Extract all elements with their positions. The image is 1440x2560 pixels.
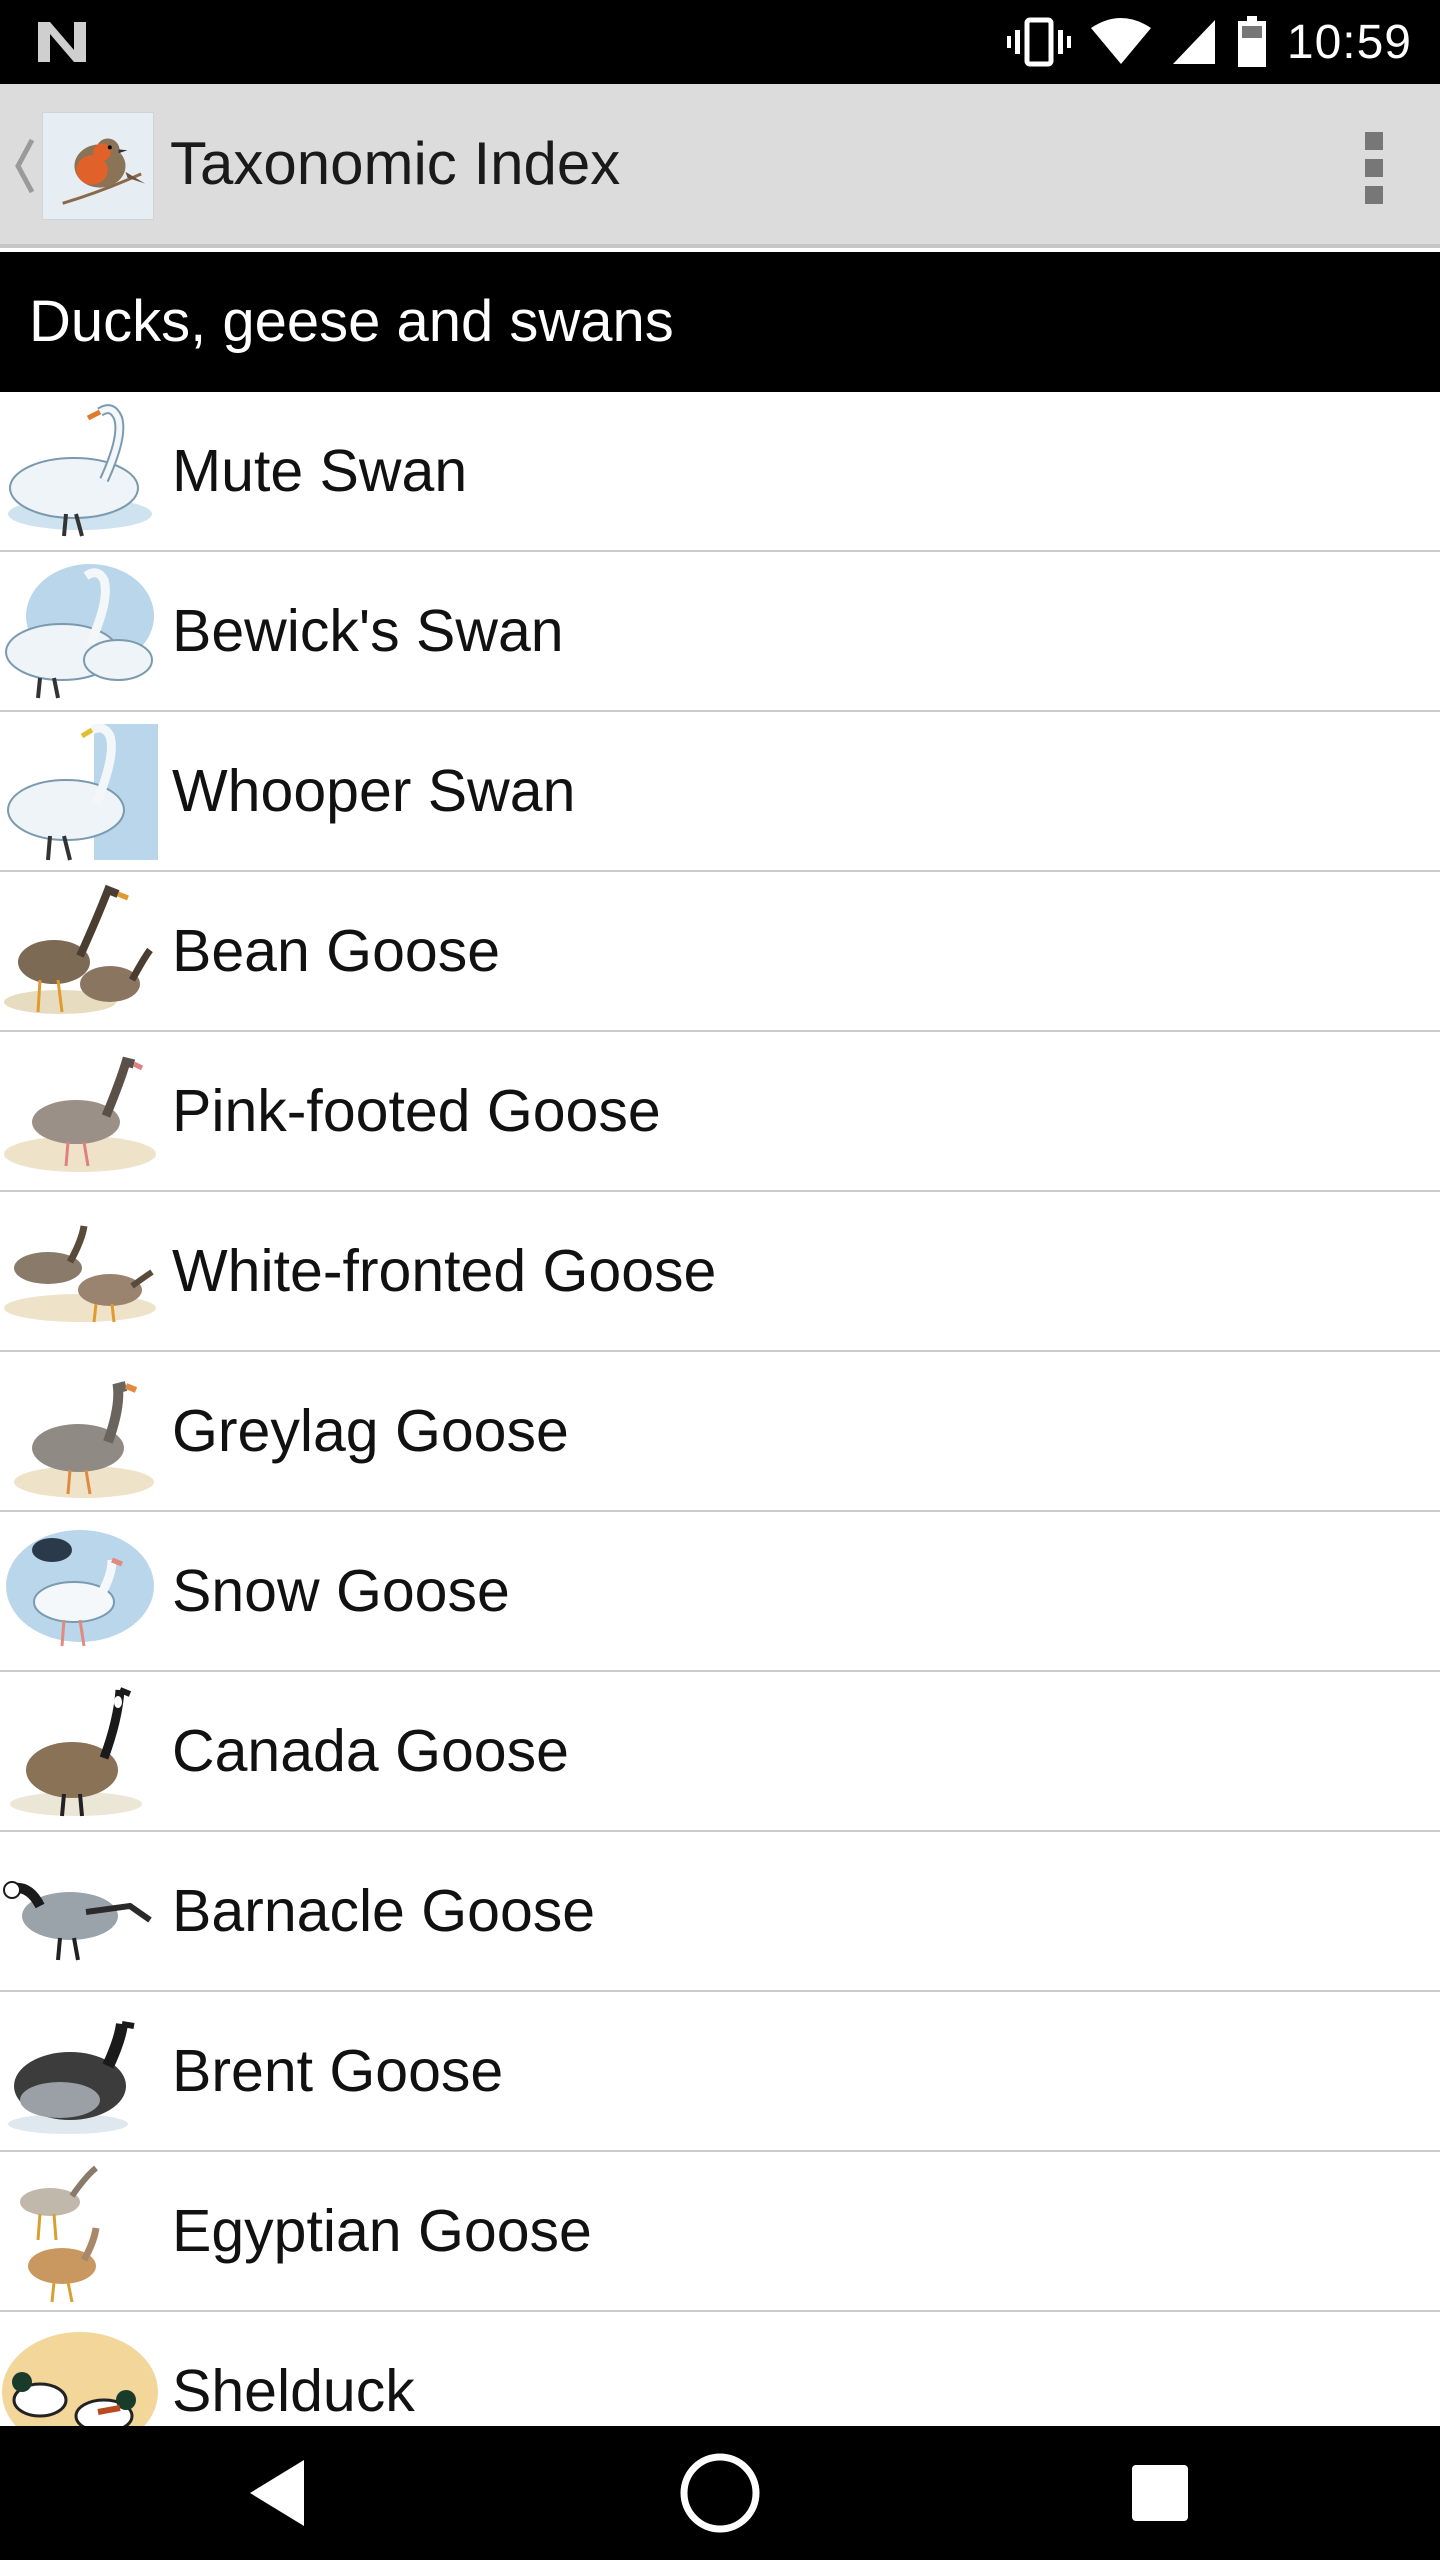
cell-signal-icon bbox=[1172, 20, 1215, 64]
status-icons: 10:59 bbox=[1006, 0, 1412, 84]
bird-name: Pink-footed Goose bbox=[172, 1078, 661, 1144]
bird-name: Snow Goose bbox=[172, 1558, 510, 1624]
battery-icon bbox=[1237, 16, 1266, 67]
overflow-menu-icon[interactable] bbox=[1354, 132, 1394, 204]
up-caret-icon[interactable] bbox=[12, 134, 38, 198]
page-title: Taxonomic Index bbox=[170, 130, 621, 197]
app-screen: 10:59 Taxonomic Index Ducks, geese and s… bbox=[0, 0, 1440, 2560]
status-time: 10:59 bbox=[1286, 15, 1412, 69]
swan-thumbnail-icon bbox=[7, 723, 158, 861]
bird-name: Brent Goose bbox=[172, 2038, 504, 2104]
list-item[interactable]: Brent Goose bbox=[0, 1992, 1440, 2152]
goose-thumbnail-icon bbox=[14, 1381, 154, 1498]
goose-thumbnail-icon bbox=[4, 1056, 156, 1172]
section-header: Ducks, geese and swans bbox=[0, 252, 1440, 392]
goose-thumbnail-icon bbox=[8, 2021, 135, 2134]
swan-thumbnail-icon bbox=[8, 404, 152, 537]
navigation-bar bbox=[0, 2426, 1440, 2560]
list-item[interactable]: Snow Goose bbox=[0, 1512, 1440, 1672]
bird-name: Shelduck bbox=[172, 2358, 415, 2424]
bird-name: Greylag Goose bbox=[172, 1398, 569, 1464]
bird-name: Whooper Swan bbox=[172, 758, 576, 824]
back-button[interactable] bbox=[200, 2426, 360, 2560]
swan-thumbnail-icon bbox=[0, 556, 158, 706]
action-bar: Taxonomic Index bbox=[0, 84, 1440, 248]
wifi-icon bbox=[1090, 18, 1151, 64]
bird-name: Mute Swan bbox=[172, 438, 468, 504]
goose-thumbnail-icon bbox=[20, 2165, 100, 2303]
list-item[interactable]: Greylag Goose bbox=[0, 1352, 1440, 1512]
list-item[interactable]: Egyptian Goose bbox=[0, 2152, 1440, 2312]
recents-square-icon bbox=[1132, 2465, 1188, 2521]
bird-list: Mute Swan Bewick's Swan Whooper Swan Bea… bbox=[0, 392, 1440, 2426]
list-item[interactable]: White-fronted Goose bbox=[0, 1192, 1440, 1352]
goose-thumbnail-icon bbox=[10, 1687, 142, 1817]
bird-name: Barnacle Goose bbox=[172, 1878, 596, 1944]
list-item[interactable]: Canada Goose bbox=[0, 1672, 1440, 1832]
list-item[interactable]: Pink-footed Goose bbox=[0, 1032, 1440, 1192]
bird-name: Egyptian Goose bbox=[172, 2198, 592, 2264]
vibrate-icon bbox=[1006, 17, 1071, 67]
list-item[interactable]: Whooper Swan bbox=[0, 712, 1440, 872]
home-circle-icon bbox=[680, 2453, 760, 2533]
duck-thumbnail-icon bbox=[2, 2332, 158, 2426]
notification-n-icon bbox=[38, 22, 86, 62]
recents-button[interactable] bbox=[1080, 2426, 1240, 2560]
goose-thumbnail-icon bbox=[4, 1225, 156, 1323]
bird-name: Bean Goose bbox=[172, 918, 501, 984]
list-item[interactable]: Barnacle Goose bbox=[0, 1832, 1440, 1992]
status-bar: 10:59 bbox=[0, 0, 1440, 84]
list-item[interactable]: Shelduck bbox=[0, 2312, 1440, 2426]
list-item[interactable]: Bean Goose bbox=[0, 872, 1440, 1032]
robin-logo-icon[interactable] bbox=[42, 112, 154, 220]
list-item[interactable]: Bewick's Swan bbox=[0, 552, 1440, 712]
back-triangle-icon bbox=[250, 2460, 304, 2526]
goose-thumbnail-icon bbox=[6, 1530, 154, 1647]
goose-thumbnail-icon bbox=[4, 884, 153, 1014]
goose-thumbnail-icon bbox=[3, 1881, 152, 1961]
bird-name: Bewick's Swan bbox=[172, 598, 564, 664]
bird-name: White-fronted Goose bbox=[172, 1238, 717, 1304]
list-item[interactable]: Mute Swan bbox=[0, 392, 1440, 552]
home-button[interactable] bbox=[640, 2426, 800, 2560]
bird-name: Canada Goose bbox=[172, 1718, 569, 1784]
